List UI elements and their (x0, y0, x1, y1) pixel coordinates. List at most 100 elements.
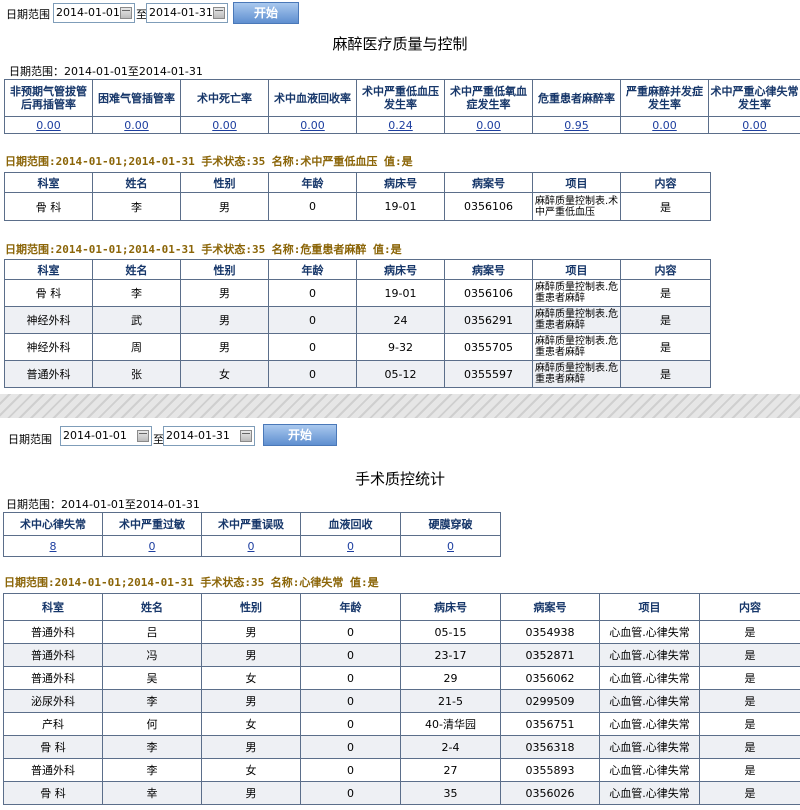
stat-header: 术中死亡率 (180, 79, 269, 117)
cell: 是 (620, 192, 711, 221)
cell: 0355597 (444, 360, 533, 388)
column-header: 病床号 (356, 259, 445, 280)
calendar-icon[interactable] (120, 7, 132, 19)
cell: 是 (699, 712, 800, 736)
table-row: 骨 科李男 0 19-01 0356106 麻醉质量控制表.危重患者麻醉是 (4, 279, 711, 307)
cell: 0 (300, 758, 401, 782)
stat-value-link[interactable]: 0.00 (444, 116, 533, 134)
stat-value-link[interactable]: 0.00 (620, 116, 709, 134)
cell: 19-01 (356, 192, 445, 221)
date-from-input[interactable]: 2014-01-01 (53, 3, 135, 23)
panel-separator (0, 394, 800, 418)
cell: 0 (268, 333, 357, 361)
column-header: 年龄 (300, 593, 401, 621)
stat-header: 术中严重过敏 (102, 512, 202, 536)
cell: 0 (268, 192, 357, 221)
cell: 普通外科 (3, 620, 103, 644)
date-to-input[interactable]: 2014-01-31 (163, 426, 255, 446)
cell: 女 (201, 758, 301, 782)
cell: 麻醉质量控制表.术中严重低血压 (532, 192, 621, 221)
stat-header: 术中严重低氧血症发生率 (444, 79, 533, 117)
stat-value-link[interactable]: 0 (102, 535, 202, 557)
stat-value-link[interactable]: 0.00 (180, 116, 269, 134)
stat-value-link[interactable]: 0 (300, 535, 401, 557)
cell: 麻醉质量控制表.危重患者麻醉 (532, 306, 621, 334)
cell: 23-17 (400, 643, 501, 667)
calendar-icon[interactable] (240, 430, 252, 442)
cell: 2-4 (400, 735, 501, 759)
table-row: 普通外科吴女 0 29 0356062 心血管.心律失常是 (3, 666, 800, 690)
stat-value-link[interactable]: 0.24 (356, 116, 445, 134)
cell: 是 (699, 758, 800, 782)
cell: 0355893 (500, 758, 600, 782)
cell: 0356291 (444, 306, 533, 334)
stat-value-link[interactable]: 0.00 (268, 116, 357, 134)
cell: 0 (268, 360, 357, 388)
cell: 0299509 (500, 689, 600, 713)
cell: 是 (699, 643, 800, 667)
table-row: 泌尿外科李男 0 21-5 0299509 心血管.心律失常是 (3, 689, 800, 713)
cell: 李 (92, 279, 181, 307)
cell: 女 (180, 360, 269, 388)
cell: 是 (620, 279, 711, 307)
cell: 0 (300, 781, 401, 805)
date-from-input[interactable]: 2014-01-01 (60, 426, 152, 446)
cell: 武 (92, 306, 181, 334)
column-header: 内容 (699, 593, 800, 621)
table-row: 骨 科 李 男 0 19-01 0356106 麻醉质量控制表.术中严重低血压 … (4, 192, 711, 221)
cell: 普通外科 (3, 666, 103, 690)
table-row: 普通外科李女 0 27 0355893 心血管.心律失常是 (3, 758, 800, 782)
start-button[interactable]: 开始 (263, 424, 337, 446)
stat-value-link[interactable]: 0.95 (532, 116, 621, 134)
cell: 21-5 (400, 689, 501, 713)
cell: 麻醉质量控制表.危重患者麻醉 (532, 360, 621, 388)
cell: 冯 (102, 643, 202, 667)
stat-value-link[interactable]: 0.00 (92, 116, 181, 134)
cell: 0355705 (444, 333, 533, 361)
calendar-icon[interactable] (213, 7, 225, 19)
column-header: 项目 (599, 593, 700, 621)
date-to-value: 2014-01-31 (166, 429, 230, 442)
stat-value-link[interactable]: 0 (201, 535, 301, 557)
stat-value-link[interactable]: 8 (3, 535, 103, 557)
cell: 心血管.心律失常 (599, 758, 700, 782)
start-button[interactable]: 开始 (233, 2, 299, 24)
cell: 心血管.心律失常 (599, 735, 700, 759)
cell: 心血管.心律失常 (599, 643, 700, 667)
cell: 男 (180, 279, 269, 307)
column-header: 姓名 (92, 259, 181, 280)
column-header: 性别 (201, 593, 301, 621)
stat-header: 严重麻醉并发症发生率 (620, 79, 709, 117)
column-header: 性别 (180, 259, 269, 280)
cell: 男 (201, 643, 301, 667)
cell: 吴 (102, 666, 202, 690)
detail-condition: 日期范围:2014-01-01;2014-01-31 手术状态:35 名称:危重… (5, 243, 402, 256)
cell: 24 (356, 306, 445, 334)
cell: 29 (400, 666, 501, 690)
cell: 是 (620, 306, 711, 334)
cell: 男 (201, 620, 301, 644)
quality-stats-table: 非预期气管拔管后再插管率 困难气管插管率 术中死亡率 术中血液回收率 术中严重低… (4, 79, 800, 134)
cell: 吕 (102, 620, 202, 644)
cell: 李 (102, 689, 202, 713)
cell: 麻醉质量控制表.危重患者麻醉 (532, 333, 621, 361)
column-header: 病案号 (500, 593, 600, 621)
cell: 普通外科 (3, 643, 103, 667)
cell: 0352871 (500, 643, 600, 667)
date-to-input[interactable]: 2014-01-31 (146, 3, 228, 23)
cell: 神经外科 (4, 333, 93, 361)
column-header: 内容 (620, 172, 711, 193)
cell: 女 (201, 666, 301, 690)
cell: 骨 科 (3, 735, 103, 759)
cell: 男 (180, 306, 269, 334)
detail-table: 科室 姓名 性别 年龄 病床号 病案号 项目 内容 骨 科 李 男 0 19-0… (4, 172, 711, 221)
stat-header: 术中血液回收率 (268, 79, 357, 117)
stat-value-link[interactable]: 0.00 (4, 116, 93, 134)
range-text: 日期范围：2014-01-01至2014-01-31 (6, 498, 200, 511)
stat-value-link[interactable]: 0 (400, 535, 501, 557)
cell: 0 (268, 279, 357, 307)
stat-value-link[interactable]: 0.00 (708, 116, 800, 134)
calendar-icon[interactable] (137, 430, 149, 442)
cell: 泌尿外科 (3, 689, 103, 713)
cell: 05-15 (400, 620, 501, 644)
